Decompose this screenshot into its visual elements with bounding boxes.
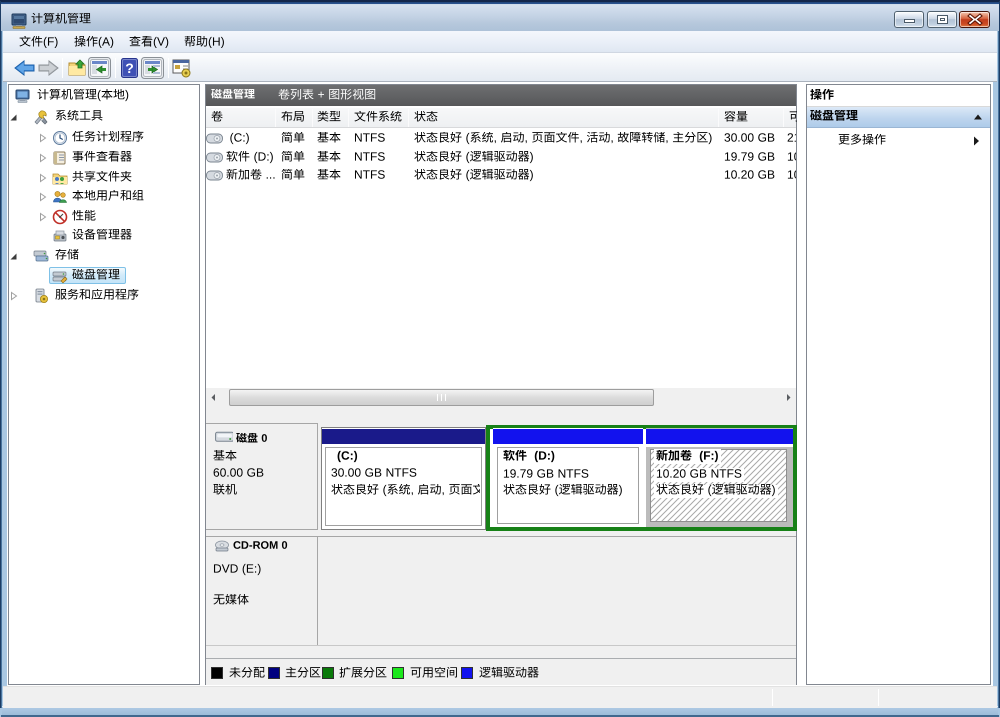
- svg-text:?: ?: [125, 60, 134, 76]
